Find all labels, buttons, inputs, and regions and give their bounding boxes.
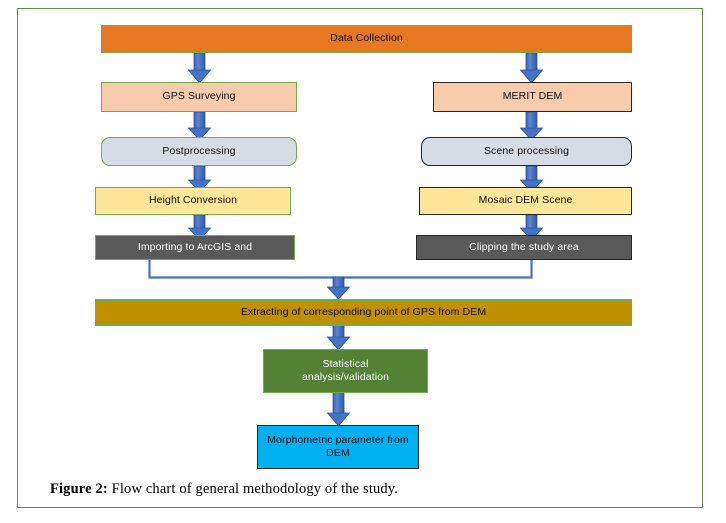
node-morphometric-parameter[interactable]: Morphometric parameter from DEM (257, 425, 419, 469)
node-postprocessing-label: Postprocessing (162, 144, 236, 157)
arrow-data-collection-to-gps (187, 52, 212, 84)
node-mosaic-dem-scene[interactable]: Mosaic DEM Scene (419, 187, 632, 215)
arrow-merit-dem-to-scene-processing (519, 111, 544, 141)
node-height-conversion-label: Height Conversion (148, 194, 238, 207)
node-extracting-point-label: Extracting of corresponding point of GPS… (240, 305, 487, 318)
node-merit-dem[interactable]: MERIT DEM (433, 82, 632, 112)
node-gps-surveying[interactable]: GPS Surveying (101, 82, 297, 112)
node-statistical-analysis-label-line1: Statistical (322, 357, 369, 370)
node-extracting-point[interactable]: Extracting of corresponding point of GPS… (95, 299, 632, 326)
node-morphometric-parameter-label-line2: DEM (326, 447, 350, 459)
node-height-conversion[interactable]: Height Conversion (95, 187, 291, 215)
connector-merge-to-extracting (148, 260, 533, 300)
arrow-extracting-to-statistical (326, 324, 351, 351)
node-statistical-analysis[interactable]: Statistical analysis/validation (263, 349, 428, 393)
node-postprocessing[interactable]: Postprocessing (101, 137, 297, 166)
arrow-data-collection-to-merit-dem (519, 52, 544, 84)
node-data-collection[interactable]: Data Collection (101, 25, 632, 53)
node-clipping-study-area-label: Clipping the study area (469, 240, 579, 253)
node-importing-arcgis[interactable]: Importing to ArcGIS and (95, 235, 295, 260)
node-statistical-analysis-label-line2: analysis/validation (301, 371, 390, 383)
node-merit-dem-label: MERIT DEM (502, 90, 563, 103)
node-mosaic-dem-scene-label: Mosaic DEM Scene (478, 194, 573, 207)
figure-frame: Data Collection GPS Surveying MERIT DEM … (17, 8, 703, 508)
arrow-gps-to-postprocessing (187, 111, 212, 141)
figure-caption: Figure 2: Flow chart of general methodol… (50, 481, 670, 498)
figure-caption-text: Flow chart of general methodology of the… (107, 481, 399, 497)
node-gps-surveying-label: GPS Surveying (162, 90, 236, 103)
node-scene-processing-label: Scene processing (483, 144, 570, 157)
flowchart-diagram: Data Collection GPS Surveying MERIT DEM … (18, 9, 704, 469)
figure-caption-label: Figure 2: (50, 481, 108, 497)
node-scene-processing[interactable]: Scene processing (421, 137, 632, 166)
arrow-statistical-to-morphometric (326, 391, 351, 427)
node-clipping-study-area[interactable]: Clipping the study area (416, 235, 632, 260)
node-importing-arcgis-label: Importing to ArcGIS and (137, 240, 253, 253)
node-morphometric-parameter-label-line1: Morphometric parameter from (267, 433, 409, 446)
node-data-collection-label: Data Collection (330, 32, 403, 45)
